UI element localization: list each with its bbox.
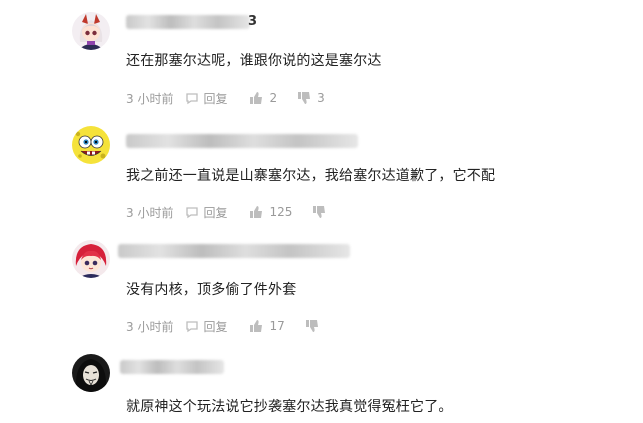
dislike-button[interactable]: [305, 319, 325, 333]
username-blurred[interactable]: [118, 244, 350, 258]
comment-meta: 3 小时前 回复 125: [126, 204, 332, 220]
reply-icon: [186, 207, 199, 219]
spongebob-avatar-icon: [72, 126, 110, 164]
timestamp: 3 小时前: [126, 319, 174, 334]
comment-text: 就原神这个玩法说它抄袭塞尔达我真觉得冤枉它了。: [126, 399, 453, 415]
thumbs-down-icon: [305, 320, 318, 332]
thumbs-up-icon: [250, 206, 263, 218]
reply-button[interactable]: 回复: [185, 204, 227, 221]
user-avatar[interactable]: [72, 354, 110, 392]
thumbs-down-icon: [298, 92, 311, 104]
comment-text: 没有内核，顶多偷了件外套: [126, 282, 297, 298]
like-button[interactable]: 17: [249, 319, 285, 333]
username-blurred[interactable]: [126, 15, 250, 29]
timestamp: 3 小时前: [126, 91, 174, 106]
reply-icon: [186, 321, 199, 333]
like-button[interactable]: 125: [249, 205, 292, 219]
timestamp: 3 小时前: [126, 205, 174, 220]
anime-girl-avatar-icon: [72, 12, 110, 50]
dislike-button[interactable]: [312, 205, 332, 219]
reply-label: 回复: [203, 91, 228, 106]
username-blurred[interactable]: [120, 360, 224, 374]
user-avatar[interactable]: [72, 240, 110, 278]
comment-meta: 3 小时前 回复 17: [126, 318, 325, 334]
like-count: 2: [269, 91, 278, 105]
comment-text: 还在那塞尔达呢，谁跟你说的这是塞尔达: [126, 53, 382, 69]
username-suffix: 3: [248, 14, 258, 29]
reply-label: 回复: [203, 205, 228, 220]
reply-label: 回复: [203, 319, 228, 334]
like-count: 125: [269, 205, 293, 219]
user-avatar[interactable]: [72, 12, 110, 50]
reply-button[interactable]: 回复: [185, 90, 227, 107]
username-blurred[interactable]: [126, 134, 358, 148]
user-avatar[interactable]: [72, 126, 110, 164]
thumbs-up-icon: [250, 320, 263, 332]
dislike-button[interactable]: 3: [297, 91, 325, 105]
thumbs-up-icon: [250, 92, 263, 104]
comment-text: 我之前还一直说是山寨塞尔达，我给塞尔达道歉了，它不配: [126, 168, 496, 184]
comment-meta: 3 小时前 回复 2 3: [126, 90, 325, 106]
dislike-count: 3: [317, 91, 325, 105]
like-button[interactable]: 2: [249, 91, 277, 105]
thumbs-down-icon: [313, 206, 326, 218]
red-hair-character-avatar-icon: [72, 240, 110, 278]
hooded-mask-avatar-icon: [72, 354, 110, 392]
reply-button[interactable]: 回复: [185, 318, 227, 335]
like-count: 17: [269, 319, 285, 333]
reply-icon: [186, 93, 199, 105]
